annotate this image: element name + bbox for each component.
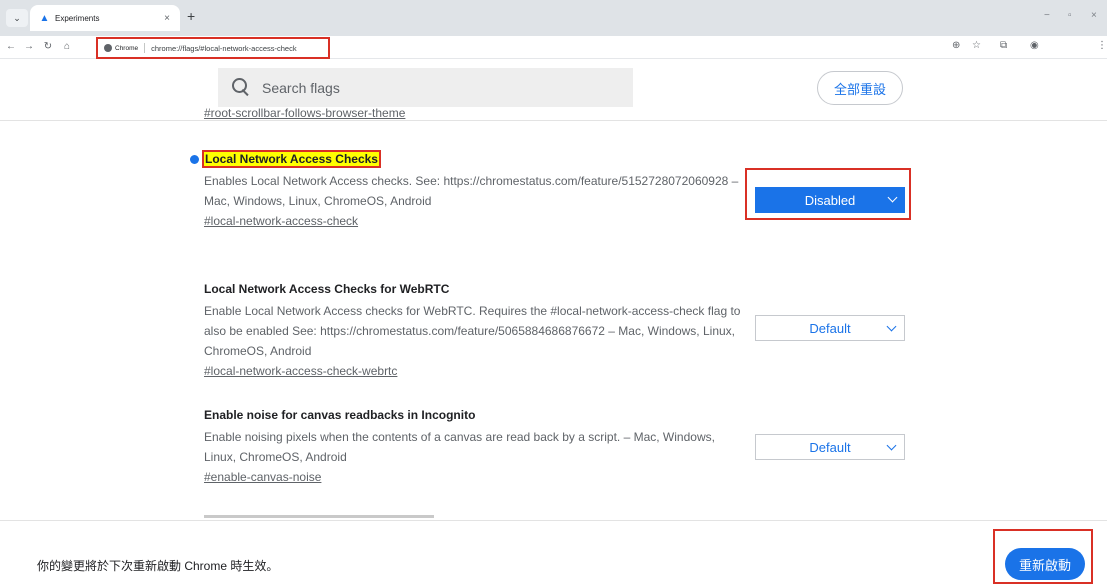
- flag-select[interactable]: Disabled: [755, 187, 905, 213]
- select-value: Default: [809, 439, 851, 455]
- reset-all-button[interactable]: 全部重設: [817, 71, 903, 105]
- tab-search-button[interactable]: ⌄: [6, 9, 28, 27]
- close-icon[interactable]: ×: [160, 13, 174, 24]
- flask-icon: ▲: [39, 12, 50, 24]
- select-value: Default: [809, 320, 851, 336]
- chevron-down-icon: [886, 440, 897, 451]
- flag-description: Enables Local Network Access checks. See…: [204, 174, 739, 208]
- cut-off-flag-link[interactable]: #root-scrollbar-follows-browser-theme: [204, 108, 434, 119]
- tab-experiments[interactable]: ▲ Experiments ×: [30, 5, 180, 31]
- menu-dots-icon[interactable]: ⋮: [1097, 40, 1107, 51]
- omnibox-divider: [144, 43, 146, 53]
- flag-description: Enable noising pixels when the contents …: [204, 430, 715, 464]
- back-arrow-icon[interactable]: ←: [4, 39, 18, 55]
- chevron-down-icon: ⌄: [13, 12, 21, 23]
- chrome-logo-icon: [104, 44, 112, 52]
- flag-anchor-link[interactable]: #enable-canvas-noise: [204, 469, 321, 485]
- flag-entry: Local Network Access Checks for WebRTC E…: [204, 282, 744, 380]
- browser-toolbar: ← → ↻ ⌂ Chrome chrome://flags/#local-net…: [0, 36, 1107, 59]
- chevron-down-icon: [886, 321, 897, 332]
- search-flags-box[interactable]: Search flags: [218, 68, 633, 107]
- chevron-down-icon: [887, 192, 898, 203]
- extensions-icon[interactable]: ⧉: [1000, 40, 1007, 51]
- zoom-icon[interactable]: ⊕: [952, 40, 960, 51]
- cut-off-next-flag: [204, 512, 444, 518]
- search-icon: [232, 77, 252, 98]
- forward-arrow-icon[interactable]: →: [22, 39, 36, 55]
- chrome-chip[interactable]: Chrome: [104, 44, 138, 52]
- modified-indicator-dot: [190, 155, 199, 164]
- header-divider: [0, 120, 1107, 121]
- relaunch-footer: 你的變更將於下次重新啟動 Chrome 時生效。: [0, 520, 1107, 587]
- select-value: Disabled: [804, 192, 856, 208]
- profile-icon[interactable]: ◉: [1030, 40, 1039, 51]
- tab-strip: ⌄ ▲ Experiments × + − ▫ ×: [0, 0, 1107, 36]
- tab-title: Experiments: [55, 13, 100, 23]
- restore-icon[interactable]: ▫: [1068, 10, 1072, 21]
- chrome-chip-label: Chrome: [115, 44, 139, 52]
- search-input[interactable]: Search flags: [262, 80, 340, 96]
- bookmark-star-icon[interactable]: ☆: [972, 40, 981, 51]
- flag-select[interactable]: Default: [755, 315, 905, 341]
- flag-entry: Local Network Access Checks Enables Loca…: [190, 150, 744, 230]
- flag-title: Local Network Access Checks for WebRTC: [204, 282, 450, 296]
- window-close-icon[interactable]: ×: [1091, 10, 1097, 21]
- relaunch-message: 你的變更將於下次重新啟動 Chrome 時生效。: [37, 559, 279, 573]
- minimize-icon[interactable]: −: [1044, 10, 1050, 21]
- url-text[interactable]: chrome://flags/#local-network-access-che…: [151, 44, 296, 53]
- flag-description: Enable Local Network Access checks for W…: [204, 304, 741, 358]
- flag-anchor-link[interactable]: #local-network-access-check: [204, 213, 358, 229]
- relaunch-button[interactable]: 重新啟動: [1005, 548, 1085, 580]
- reload-icon[interactable]: ↻: [41, 39, 55, 55]
- flag-select[interactable]: Default: [755, 434, 905, 460]
- address-bar[interactable]: Chrome chrome://flags/#local-network-acc…: [96, 37, 330, 59]
- home-icon[interactable]: ⌂: [60, 39, 74, 55]
- flag-title: Enable noise for canvas readbacks in Inc…: [204, 408, 476, 422]
- flag-anchor-link[interactable]: #local-network-access-check-webrtc: [204, 363, 397, 379]
- new-tab-button[interactable]: +: [187, 8, 195, 24]
- flag-title: Local Network Access Checks: [202, 150, 381, 168]
- flag-entry: Enable noise for canvas readbacks in Inc…: [204, 408, 744, 486]
